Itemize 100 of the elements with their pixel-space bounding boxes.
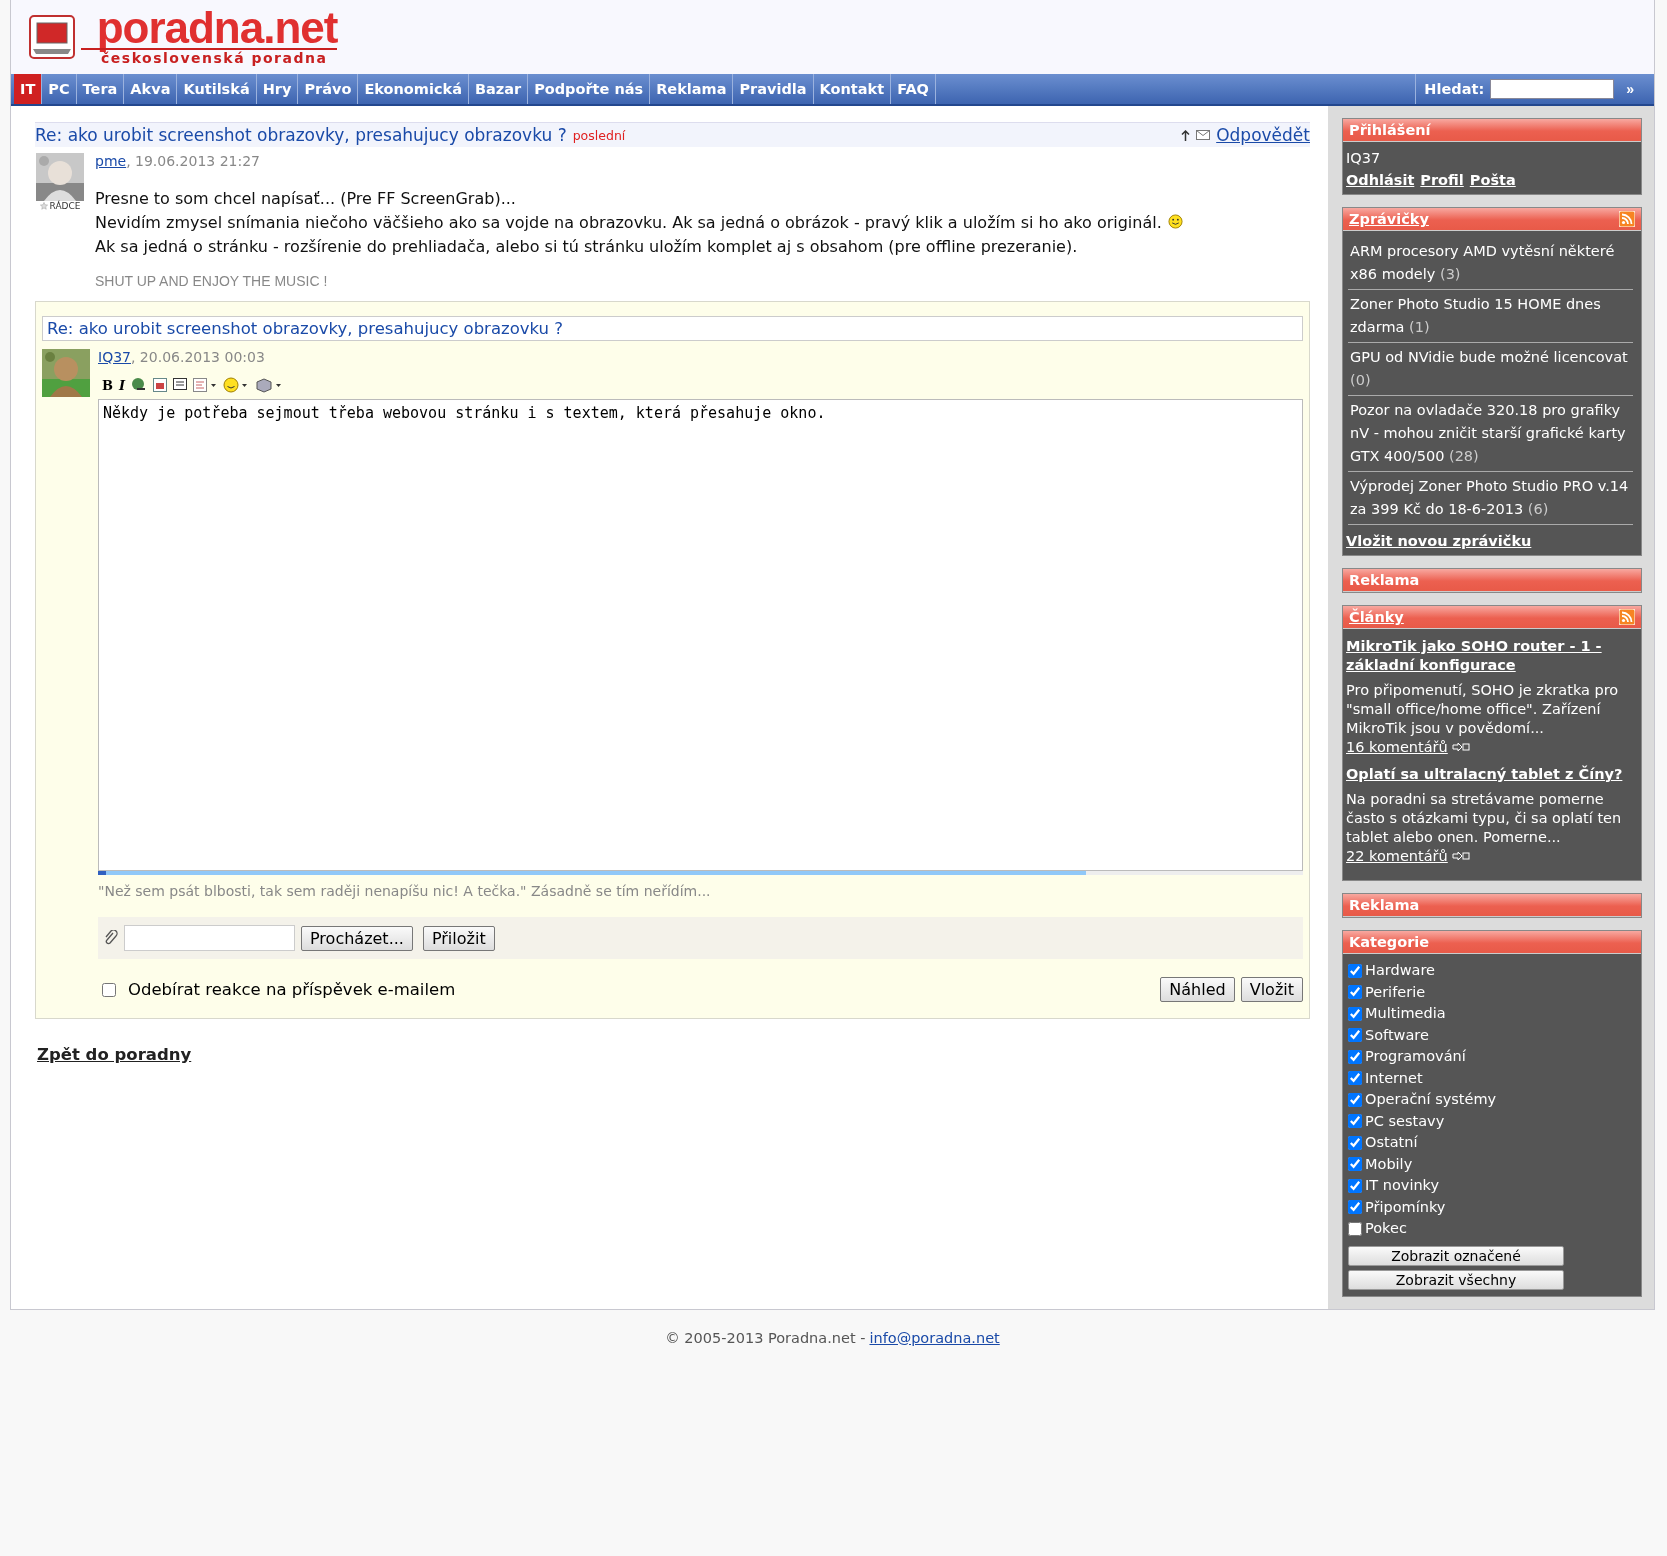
nav-tab[interactable]: FAQ — [891, 74, 936, 104]
nav-tab[interactable]: Akva — [124, 74, 178, 104]
message-field[interactable]: Někdy je potřeba sejmout třeba webovou stránku i s textem, která přesahuje okno. — [98, 399, 1303, 871]
category-checkbox[interactable] — [1348, 1006, 1362, 1021]
category-label: Multimedia — [1365, 1004, 1446, 1023]
smiley-dropdown-icon[interactable] — [223, 377, 250, 393]
category-label: Periferie — [1365, 982, 1426, 1002]
filter-button[interactable]: Zobrazit všechny — [1348, 1269, 1564, 1290]
file-field[interactable] — [124, 925, 295, 951]
panel-title: Reklama — [1349, 897, 1420, 913]
account-link[interactable]: Profil — [1420, 172, 1464, 188]
post-text: Presne to som chcel napísať... (Pre FF ScreenGrab)... — [95, 188, 517, 210]
news-item[interactable]: Zoner Photo Studio 15 HOME dnes zdarma (1) — [1348, 290, 1633, 343]
account-link[interactable]: Odhlásit — [1346, 172, 1415, 188]
filter-button[interactable]: Zobrazit označené — [1348, 1245, 1564, 1266]
article-title-link[interactable]: Oplatí sa ultralacný tablet z Číny? — [1346, 765, 1637, 784]
comments-link[interactable]: 22 komentářů — [1346, 848, 1448, 864]
laptop-logo-icon — [29, 15, 75, 59]
list-dropdown-icon[interactable] — [193, 378, 218, 392]
envelope-icon[interactable] — [1196, 130, 1211, 140]
rss-icon[interactable] — [1619, 609, 1635, 625]
nav-tab[interactable]: Bazar — [468, 74, 529, 104]
add-news-link[interactable]: Vložit novou zprávičku — [1346, 533, 1532, 549]
news-item[interactable]: ARM procesory AMD vytěsní některé x86 modely (3) — [1348, 237, 1633, 290]
category-label: Programování — [1365, 1047, 1466, 1066]
author-link[interactable]: IQ37 — [98, 349, 131, 365]
nav-tab[interactable]: Ekonomická — [358, 74, 469, 104]
nav-tab[interactable]: Kutilská — [177, 74, 257, 104]
arrow-icon — [1451, 742, 1470, 752]
post-text: Nevidím zmysel snímania niečoho väčšieho ako sa vojde na obrazovku. Ak sa jedná o obrázok - pravý klik a uložím si ho ako originál. — [95, 211, 1310, 235]
preview-button[interactable]: Náhled — [1160, 977, 1235, 1002]
nav-tab[interactable]: Tera — [76, 74, 125, 104]
advisor-label: RÁDCE — [49, 201, 81, 211]
copyright-text: © 2005-2013 Poradna.net - — [665, 1329, 866, 1346]
paperclip-icon — [104, 930, 118, 946]
star-icon — [39, 202, 48, 210]
category-checkbox[interactable] — [1348, 1221, 1362, 1236]
image-icon[interactable] — [153, 378, 168, 392]
nav-tab[interactable]: PC — [42, 74, 77, 104]
news-item[interactable]: GPU od NVidie bude možné licencovat (0) — [1348, 343, 1633, 396]
format-button[interactable]: B — [102, 377, 113, 393]
category-checkbox[interactable] — [1348, 1157, 1362, 1172]
up-arrow-icon[interactable] — [1181, 129, 1191, 141]
nav-tab[interactable]: Hry — [256, 74, 299, 104]
nav-tab[interactable]: IT — [14, 74, 43, 104]
reply-link[interactable]: Odpovědět — [1216, 125, 1310, 145]
category-label: Hardware — [1365, 961, 1435, 980]
category-label: Software — [1365, 1025, 1429, 1045]
article-title-link[interactable]: MikroTik jako SOHO router - 1 - základní konfigurace — [1346, 637, 1637, 675]
subject-field[interactable]: Re: ako urobit screenshot obrazovky, presahujucy obrazovku ? — [42, 316, 1303, 341]
back-link[interactable]: Zpět do poradny — [37, 1045, 192, 1064]
category-label: Ostatní — [1365, 1133, 1418, 1152]
nav-tab[interactable]: Pravidla — [733, 74, 814, 104]
category-checkbox[interactable] — [1348, 963, 1362, 978]
post-date: , 19.06.2013 21:27 — [126, 153, 260, 169]
signature: "Než sem psát blbosti, tak sem raději nenapíšu nic! A tečka." Zásadně se tím neřídím... — [98, 883, 712, 899]
rss-icon[interactable] — [1619, 211, 1635, 227]
news-item[interactable]: Pozor na ovladače 320.18 pro grafiky nV - mohou zničit starší grafické karty GTX 400/500 (28) — [1348, 396, 1633, 472]
category-label: IT novinky — [1365, 1176, 1440, 1195]
article-summary: Pro připomenutí, SOHO je zkratka pro "small office/home office". Zařízení MikroTik jsou v povědomí... — [1346, 681, 1620, 738]
category-label: Připomínky — [1365, 1197, 1446, 1217]
category-label: Internet — [1365, 1068, 1423, 1088]
quote-icon[interactable] — [173, 378, 188, 392]
search-field[interactable] — [1490, 79, 1615, 99]
nav-tab[interactable]: Reklama — [650, 74, 734, 104]
category-checkbox[interactable] — [1348, 1028, 1362, 1043]
category-label: PC sestavy — [1365, 1111, 1445, 1131]
search-button[interactable]: » — [1620, 80, 1640, 98]
category-label: Operační systémy — [1365, 1090, 1497, 1109]
category-label: Mobily — [1365, 1154, 1413, 1174]
browse-button[interactable]: Procházet... — [301, 925, 413, 951]
email-link[interactable]: info@poradna.net — [869, 1329, 1000, 1346]
category-checkbox[interactable] — [1348, 1200, 1362, 1215]
author-link[interactable]: pme — [95, 153, 127, 169]
signature: SHUT UP AND ENJOY THE MUSIC ! — [95, 273, 329, 289]
category-checkbox[interactable] — [1348, 1049, 1362, 1064]
nav-tab[interactable]: Kontakt — [813, 74, 892, 104]
news-item[interactable]: Výprodej Zoner Photo Studio PRO v.14 za 399 Kč do 18-6-2013 (6) — [1348, 472, 1633, 525]
comments-link[interactable]: 16 komentářů — [1346, 739, 1448, 755]
format-button[interactable]: I — [119, 377, 126, 393]
submit-button[interactable]: Vložit — [1240, 977, 1303, 1002]
account-link[interactable]: Pošta — [1469, 172, 1516, 188]
cube-dropdown-icon[interactable] — [255, 377, 284, 393]
attach-button[interactable]: Přiložit — [422, 925, 495, 951]
category-checkbox[interactable] — [1348, 1178, 1362, 1193]
search-label: Hledat: — [1424, 81, 1485, 97]
category-checkbox[interactable] — [1348, 985, 1362, 1000]
article-summary: Na poradni sa stretávame pomerne často s otázkami typu, či sa oplatí ten tablet alebo onen. Pomerne... — [1346, 790, 1623, 847]
category-label: Pokec — [1365, 1219, 1407, 1238]
nav-tab[interactable]: Právo — [298, 74, 359, 104]
category-checkbox[interactable] — [1348, 1135, 1362, 1150]
category-checkbox[interactable] — [1348, 1092, 1362, 1107]
subscribe-label: Odebírat reakce na příspěvek e-mailem — [128, 980, 456, 999]
category-checkbox[interactable] — [1348, 1114, 1362, 1129]
link-icon[interactable] — [131, 377, 148, 393]
panel-title: Reklama — [1349, 572, 1420, 588]
nav-tab[interactable]: Podpořte nás — [528, 74, 651, 104]
username: IQ37 — [1346, 150, 1382, 166]
subscribe-checkbox[interactable] — [102, 982, 116, 997]
category-checkbox[interactable] — [1348, 1071, 1362, 1086]
